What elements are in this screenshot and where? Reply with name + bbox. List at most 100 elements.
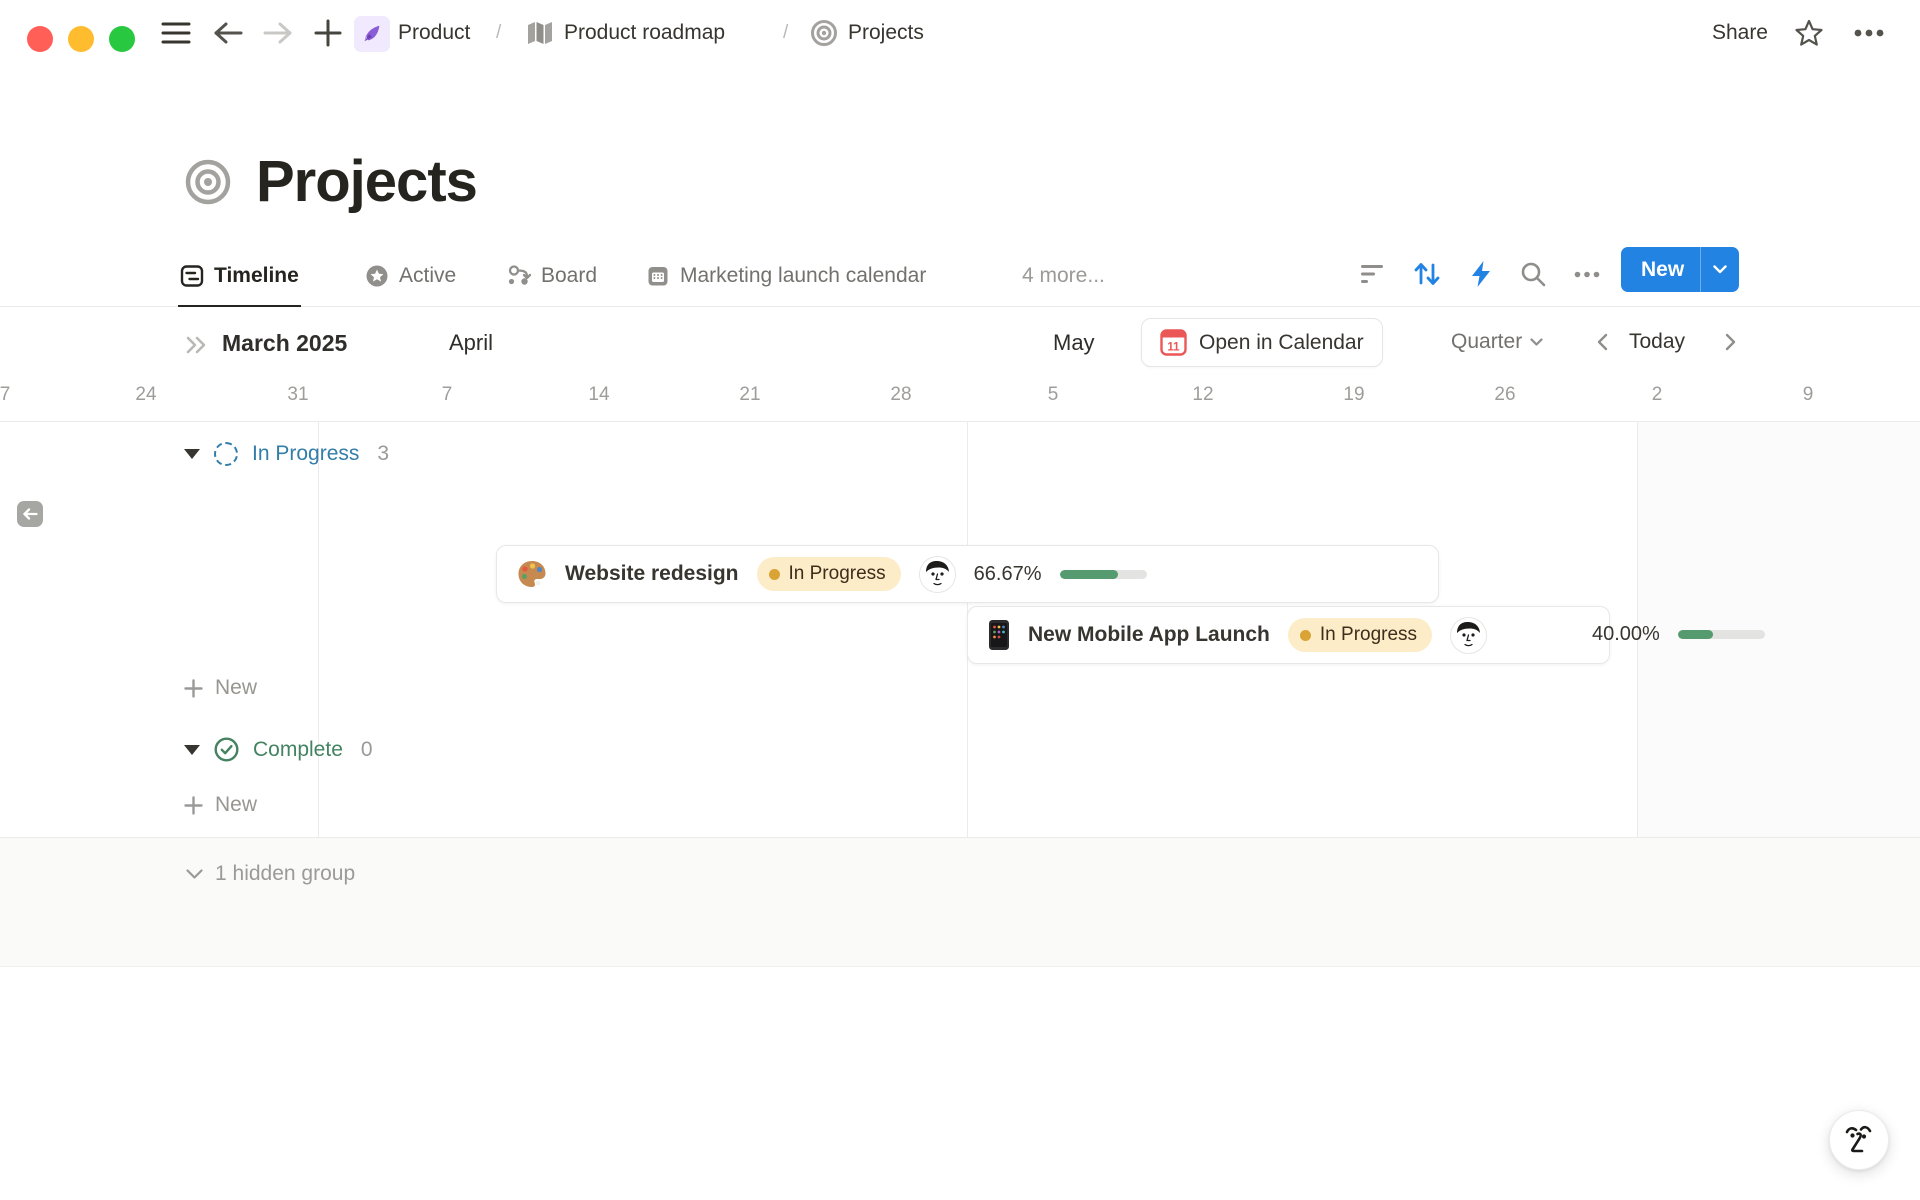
card-progress-overflow: 40.00% — [1592, 606, 1765, 662]
more-options-icon[interactable] — [1846, 0, 1892, 66]
group-header-complete[interactable]: Complete 0 — [184, 737, 373, 762]
date-tick: 21 — [739, 384, 760, 406]
tab-board[interactable]: Board — [504, 247, 599, 305]
progress-percent: 40.00% — [1592, 623, 1660, 646]
back-icon[interactable] — [208, 0, 248, 66]
date-tick: 7 — [0, 384, 10, 406]
ai-face-icon — [1843, 1123, 1875, 1157]
group-count: 0 — [361, 738, 373, 762]
date-tick: 9 — [1803, 384, 1814, 406]
progress-percent: 66.67% — [974, 563, 1042, 586]
breadcrumb-roadmap-icon[interactable] — [522, 0, 558, 66]
notion-ai-button[interactable] — [1829, 1110, 1889, 1170]
tab-label: Board — [541, 264, 597, 288]
group-count: 3 — [377, 442, 389, 466]
scroll-months-icon[interactable] — [186, 336, 208, 354]
zoom-window-button[interactable] — [109, 26, 135, 52]
view-options-icon[interactable] — [1567, 247, 1607, 301]
month-label-may: May — [1053, 330, 1095, 356]
collapse-triangle-icon[interactable] — [184, 745, 200, 755]
breadcrumb-target-icon[interactable] — [806, 0, 842, 66]
breadcrumb-item-projects[interactable]: Projects — [848, 0, 924, 66]
new-page-icon[interactable] — [308, 0, 348, 66]
date-tick: 24 — [135, 384, 156, 406]
tab-timeline[interactable]: Timeline — [178, 247, 301, 307]
group-name: In Progress — [252, 442, 359, 466]
open-in-calendar-button[interactable]: 11 Open in Calendar — [1141, 318, 1383, 367]
breadcrumb-item-roadmap[interactable]: Product roadmap — [564, 0, 725, 66]
progress-bar — [1060, 570, 1147, 579]
timeline-zoom-select[interactable]: Quarter — [1451, 318, 1543, 365]
timeline-card-mobile-app-launch[interactable]: New Mobile App Launch In Progress — [967, 606, 1610, 664]
svg-text:11: 11 — [1167, 342, 1180, 354]
date-tick: 31 — [287, 384, 308, 406]
chevron-down-icon — [186, 869, 203, 879]
progress-bar — [1678, 630, 1765, 639]
new-button-label: New — [1621, 258, 1700, 282]
collapse-triangle-icon[interactable] — [184, 449, 200, 459]
assignee-avatar — [919, 556, 956, 593]
close-window-button[interactable] — [27, 26, 53, 52]
tab-marketing-calendar[interactable]: Marketing launch calendar — [644, 247, 928, 305]
share-button[interactable]: Share — [1712, 0, 1768, 66]
breadcrumb-product-icon[interactable] — [354, 16, 390, 52]
timeline-next-icon[interactable] — [1725, 318, 1736, 365]
new-button[interactable]: New — [1621, 247, 1739, 292]
today-button[interactable]: Today — [1629, 318, 1685, 365]
month-label-march: March 2025 — [222, 330, 347, 357]
date-tick: 5 — [1048, 384, 1059, 406]
plus-icon — [184, 679, 203, 698]
tab-active[interactable]: Active — [363, 247, 458, 305]
calendar-red-icon: 11 — [1160, 329, 1187, 356]
new-button-chevron-down-icon[interactable] — [1701, 247, 1739, 292]
minimize-window-button[interactable] — [68, 26, 94, 52]
window-titlebar: Product / Product roadmap / Projects Sha… — [0, 0, 1920, 66]
group-name: Complete — [253, 738, 343, 762]
sort-icon[interactable] — [1407, 247, 1447, 301]
automation-lightning-icon[interactable] — [1461, 247, 1501, 301]
add-new-item-button[interactable]: New — [184, 676, 257, 700]
forward-icon[interactable] — [258, 0, 298, 66]
timeline-prev-icon[interactable] — [1597, 318, 1608, 365]
timeline-view-icon — [180, 264, 204, 288]
chevron-down-icon — [1530, 338, 1543, 346]
tab-label: Active — [399, 264, 456, 288]
in-progress-status-icon — [214, 442, 238, 466]
status-dot-icon — [1300, 630, 1311, 641]
assignee-avatar — [1450, 617, 1487, 654]
timeline-header-divider — [0, 421, 1920, 422]
calendar-view-icon — [646, 264, 670, 288]
favorite-star-icon[interactable] — [1788, 0, 1830, 66]
star-circle-icon — [365, 264, 389, 288]
timeline-card-website-redesign[interactable]: Website redesign In Progress 66.67% — [496, 545, 1439, 603]
sidebar-menu-icon[interactable] — [156, 0, 196, 66]
group-header-in-progress[interactable]: In Progress 3 — [184, 442, 389, 466]
hidden-group-toggle[interactable]: 1 hidden group — [186, 862, 355, 886]
add-new-item-button[interactable]: New — [184, 793, 257, 817]
date-tick: 7 — [442, 384, 453, 406]
add-new-label: New — [215, 676, 257, 700]
date-tick: 28 — [890, 384, 911, 406]
search-icon[interactable] — [1513, 247, 1553, 301]
plus-icon — [184, 796, 203, 815]
add-new-label: New — [215, 793, 257, 817]
breadcrumb-separator: / — [783, 0, 788, 66]
month-label-april: April — [449, 330, 493, 356]
board-view-icon — [506, 264, 531, 288]
complete-status-icon — [214, 737, 239, 762]
more-tabs-button[interactable]: 4 more... — [1022, 247, 1105, 305]
filter-icon[interactable] — [1353, 247, 1393, 301]
notion-window: Product / Product roadmap / Projects Sha… — [0, 0, 1920, 1200]
page-title: Projects — [256, 148, 477, 215]
hidden-group-label: 1 hidden group — [215, 862, 355, 886]
timeline-zoom-value: Quarter — [1451, 330, 1522, 354]
palette-emoji-icon — [517, 559, 547, 589]
status-label: In Progress — [1320, 624, 1417, 646]
date-tick: 19 — [1343, 384, 1364, 406]
scroll-to-item-left-button[interactable] — [17, 501, 43, 527]
date-tick: 12 — [1192, 384, 1213, 406]
breadcrumb-item-product[interactable]: Product — [398, 0, 470, 66]
page-target-icon — [184, 158, 232, 206]
tab-label: Timeline — [214, 264, 299, 288]
date-tick: 26 — [1494, 384, 1515, 406]
